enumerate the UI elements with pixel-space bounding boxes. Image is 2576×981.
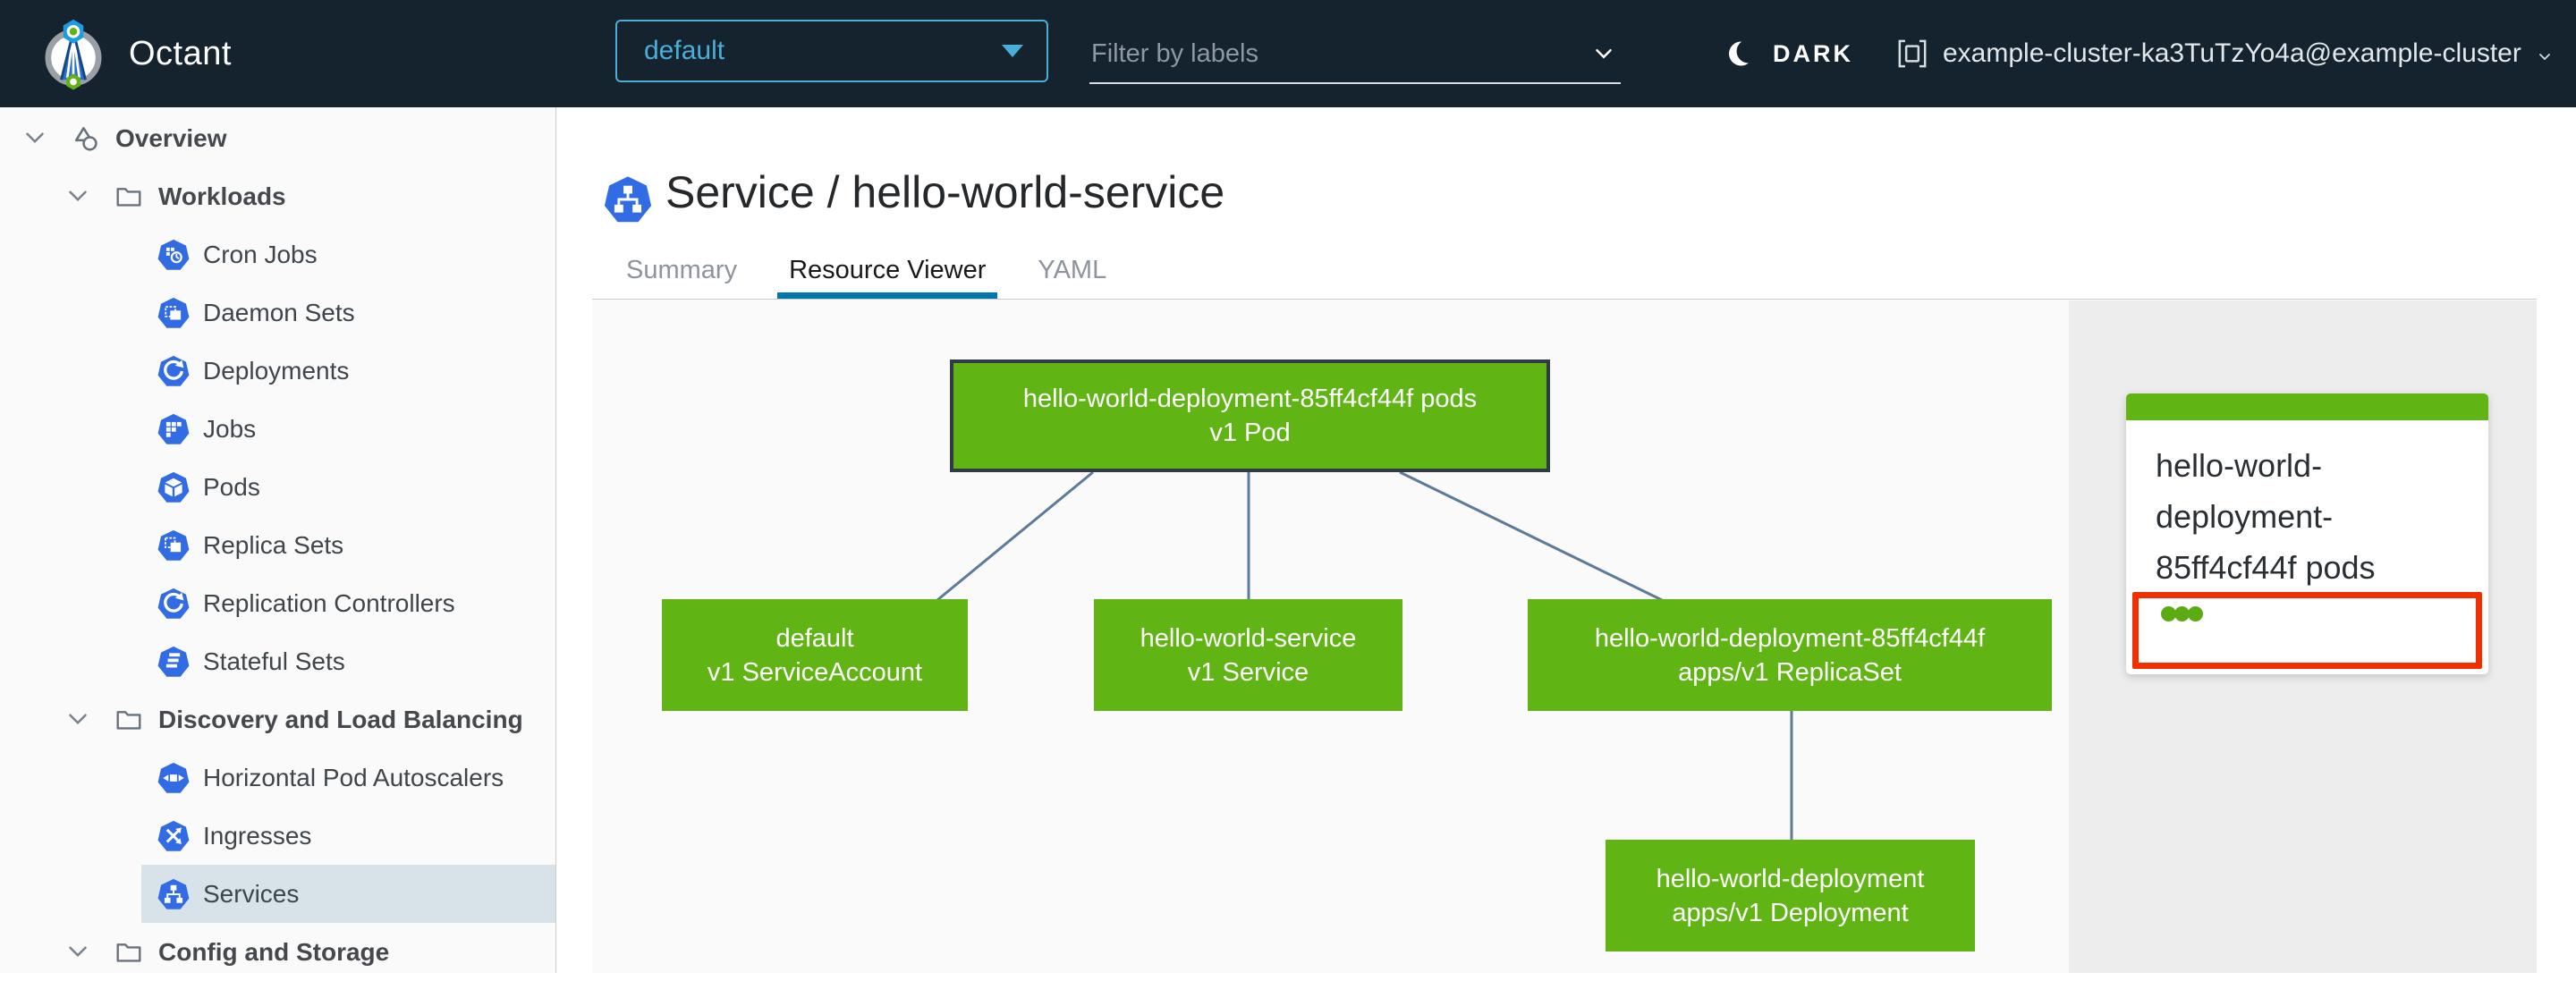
- main-content: Service / hello-world-service Summary Res…: [556, 107, 2576, 973]
- expander-chevron-icon[interactable]: [63, 704, 95, 736]
- graph-node-subtitle: v1 ServiceAccount: [707, 657, 923, 687]
- cluster-name: example-cluster-ka3TuTzYo4a@example-clus…: [1943, 38, 2521, 68]
- chevron-down-icon: [2538, 54, 2550, 61]
- graph-node-title: hello-world-deployment-85ff4cf44f pods: [1022, 385, 1478, 413]
- namespace-select[interactable]: default: [615, 20, 1048, 82]
- theme-toggle[interactable]: DARK: [1726, 0, 1853, 107]
- sidebar-item-daemon-sets[interactable]: Daemon Sets: [0, 283, 555, 342]
- pod-status-box: [2132, 592, 2482, 669]
- folder-icon: [113, 936, 145, 968]
- namespace-value: default: [644, 36, 725, 65]
- app-header: Octant default DARK example-cluster-ka3T…: [0, 0, 2576, 107]
- job-icon: [157, 413, 190, 445]
- detail-panel: hello-world-deployment-85ff4cf44f pods: [2069, 300, 2537, 973]
- sidebar-item-config-and-storage[interactable]: Config and Storage: [0, 923, 555, 981]
- graph-node-service[interactable]: hello-world-service v1 Service: [1094, 599, 1402, 711]
- service-icon: [157, 878, 190, 910]
- daemonset-icon: [157, 297, 190, 329]
- sidebar-item-label: Deployments: [203, 356, 350, 385]
- graph-node-subtitle: apps/v1 Deployment: [1672, 898, 1909, 927]
- label-filter-input[interactable]: [1089, 38, 1590, 70]
- graph-node-title: hello-world-service: [1140, 623, 1357, 653]
- graph-node-pod[interactable]: hello-world-deployment-85ff4cf44f pods v1…: [950, 359, 1550, 472]
- sidebar-item-stateful-sets[interactable]: Stateful Sets: [0, 632, 555, 690]
- graph-node-subtitle: v1 Service: [1187, 657, 1309, 687]
- sidebar-item-horizontal-pod-autoscalers[interactable]: Horizontal Pod Autoscalers: [0, 748, 555, 807]
- moon-icon: [1729, 39, 1758, 66]
- sidebar-item-label: Daemon Sets: [203, 298, 355, 326]
- tab-yaml[interactable]: YAML: [1026, 241, 1118, 299]
- sidebar-item-label: Replication Controllers: [203, 588, 455, 617]
- tab-summary[interactable]: Summary: [614, 241, 749, 299]
- tab-bar: Summary Resource Viewer YAML: [614, 241, 1118, 299]
- pod-icon: [157, 471, 190, 503]
- objects-icon: [70, 123, 102, 155]
- expander-chevron-icon[interactable]: [20, 123, 52, 155]
- dropdown-caret-icon: [1002, 45, 1023, 57]
- service-resource-icon: [604, 175, 652, 224]
- folder-icon: [113, 181, 145, 213]
- graph-node-title: hello-world-deployment: [1656, 864, 1925, 893]
- graph-node-subtitle: apps/v1 ReplicaSet: [1678, 657, 1902, 687]
- graph-node-subtitle: v1 Pod: [1209, 419, 1291, 447]
- page-title: Service / hello-world-service: [665, 167, 1225, 217]
- sidebar-item-replication-controllers[interactable]: Replication Controllers: [0, 574, 555, 632]
- sidebar-item-workloads[interactable]: Workloads: [0, 167, 555, 225]
- sidebar-item-discovery-and-load-balancing[interactable]: Discovery and Load Balancing: [0, 690, 555, 748]
- folder-icon: [113, 704, 145, 736]
- sidebar-item-label: Replica Sets: [203, 530, 344, 559]
- graph-node-replicaset[interactable]: hello-world-deployment-85ff4cf44f apps/v1…: [1528, 599, 2052, 711]
- sidebar-item-replica-sets[interactable]: Replica Sets: [0, 516, 555, 574]
- sidebar-item-label: Discovery and Load Balancing: [158, 705, 523, 733]
- sidebar-item-cron-jobs[interactable]: Cron Jobs: [0, 225, 555, 283]
- ingress-icon: [157, 820, 190, 852]
- chevron-down-icon[interactable]: [1590, 40, 1617, 67]
- card-title: hello-world-deployment-85ff4cf44f pods: [2156, 447, 2376, 586]
- theme-toggle-label: DARK: [1773, 39, 1853, 67]
- sidebar-item-overview[interactable]: Overview: [0, 109, 555, 167]
- sidebar-item-label: Config and Storage: [158, 937, 390, 966]
- graph-node-deployment[interactable]: hello-world-deployment apps/v1 Deployment: [1606, 840, 1975, 951]
- resource-viewer-canvas: hello-world-deployment-85ff4cf44f pods h…: [592, 299, 2537, 973]
- sidebar-item-label: Stateful Sets: [203, 647, 345, 675]
- graph-node-title: default: [775, 623, 854, 653]
- sidebar-item-deployments[interactable]: Deployments: [0, 342, 555, 400]
- brand: Octant: [41, 0, 232, 107]
- cronjob-icon: [157, 239, 190, 271]
- app-title: Octant: [129, 34, 232, 72]
- sidebar-item-label: Ingresses: [203, 821, 312, 850]
- sidebar-item-label: Pods: [203, 472, 260, 501]
- card-status-bar: [2126, 393, 2488, 420]
- graph-node-title: hello-world-deployment-85ff4cf44f: [1594, 623, 1986, 653]
- pod-status-dots: [2139, 598, 2476, 626]
- expander-chevron-icon[interactable]: [63, 181, 95, 213]
- sidebar-item-label: Jobs: [203, 414, 257, 443]
- sidebar-item-label: Services: [203, 879, 300, 908]
- sidebar-item-label: Workloads: [158, 182, 286, 210]
- sidebar-item-services[interactable]: Services: [0, 865, 555, 923]
- sidebar-item-label: Horizontal Pod Autoscalers: [203, 763, 504, 791]
- replicaset-icon: [157, 529, 190, 562]
- statefulset-icon: [157, 646, 190, 678]
- replicationcontroller-icon: [157, 588, 190, 620]
- cluster-selector[interactable]: example-cluster-ka3TuTzYo4a@example-clus…: [1894, 0, 2555, 107]
- label-filter: [1089, 25, 1621, 84]
- sidebar-item-jobs[interactable]: Jobs: [0, 400, 555, 458]
- graph-node-serviceaccount[interactable]: default v1 ServiceAccount: [662, 599, 968, 711]
- sidebar-item-label: Cron Jobs: [203, 240, 318, 268]
- sidebar-item-pods[interactable]: Pods: [0, 458, 555, 516]
- tab-resource-viewer[interactable]: Resource Viewer: [777, 241, 997, 299]
- deployment-icon: [157, 355, 190, 387]
- sidebar-item-ingresses[interactable]: Ingresses: [0, 807, 555, 865]
- expander-chevron-icon[interactable]: [63, 936, 95, 968]
- sidebar-item-label: Overview: [115, 123, 227, 152]
- cluster-icon: [1898, 39, 1927, 68]
- sidebar: Overview Workloads Cron Jobs Daemon Sets Dep…: [0, 107, 556, 973]
- hpa-icon: [157, 762, 190, 794]
- pod-status-dot: [2188, 606, 2203, 622]
- detail-card: hello-world-deployment-85ff4cf44f pods: [2126, 393, 2488, 674]
- octant-logo-icon: [45, 19, 102, 90]
